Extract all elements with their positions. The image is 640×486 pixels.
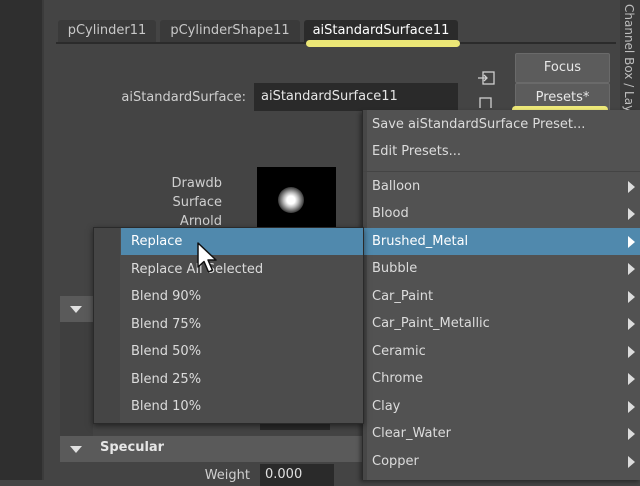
side-panel-label: Channel Box / Layer xyxy=(622,4,636,110)
weight-label: Weight xyxy=(204,468,250,483)
menu-item-car-paint[interactable]: Car_Paint xyxy=(363,283,640,310)
submenu-item-blend-50[interactable]: Blend 50% xyxy=(121,338,363,365)
tab-aistandardsurface[interactable]: aiStandardSurface11 xyxy=(304,20,458,42)
submenu-item-label: Blend 25% xyxy=(131,372,202,387)
submenu-item-blend-75[interactable]: Blend 75% xyxy=(121,311,363,338)
submenu-arrow-icon xyxy=(628,401,635,413)
section-header-specular[interactable]: Specular xyxy=(60,436,362,462)
collapse-arrow-icon xyxy=(70,446,82,453)
menu-item-label: Brushed_Metal xyxy=(372,234,469,249)
menu-item-label: Chrome xyxy=(372,371,423,386)
submenu-arrow-icon xyxy=(628,263,635,275)
submenu-arrow-icon xyxy=(628,291,635,303)
menu-item-label: Bubble xyxy=(372,261,418,276)
mouse-pointer-icon xyxy=(196,241,220,275)
tab-label: aiStandardSurface11 xyxy=(312,23,450,38)
menu-item-label: Clear_Water xyxy=(372,426,451,441)
submenu-item-label: Blend 50% xyxy=(131,344,202,359)
menu-item-edit-presets[interactable]: Edit Presets... xyxy=(363,138,640,165)
submenu-item-blend-10[interactable]: Blend 10% xyxy=(121,393,363,420)
section-body xyxy=(60,322,93,437)
focus-button[interactable]: Focus xyxy=(515,53,610,83)
menu-item-bubble[interactable]: Bubble xyxy=(363,255,640,282)
submenu-item-blend-90[interactable]: Blend 90% xyxy=(121,283,363,310)
side-panel-tab[interactable]: Channel Box / Layer xyxy=(620,0,640,110)
menu-item-blood[interactable]: Blood xyxy=(363,200,640,227)
menu-item-label: Edit Presets... xyxy=(372,144,462,159)
swatch-label-surface: Surface xyxy=(172,195,222,210)
menu-item-label: Car_Paint_Metallic xyxy=(372,316,490,331)
blend-submenu: Replace Replace All Selected Blend 90% B… xyxy=(93,227,364,424)
menu-item-balloon[interactable]: Balloon xyxy=(363,173,640,200)
menu-item-chrome[interactable]: Chrome xyxy=(363,365,640,392)
input-connections-icon[interactable] xyxy=(477,70,497,86)
presets-menu: Save aiStandardSurface Preset... Edit Pr… xyxy=(362,110,640,480)
menu-item-copper[interactable]: Copper xyxy=(363,448,640,475)
submenu-arrow-icon xyxy=(628,318,635,330)
node-type-label: aiStandardSurface: xyxy=(121,90,246,105)
left-panel xyxy=(0,0,42,480)
submenu-arrow-icon xyxy=(628,181,635,193)
submenu-arrow-icon xyxy=(628,346,635,358)
panel-divider[interactable] xyxy=(42,0,44,480)
material-swatch[interactable] xyxy=(257,167,336,235)
tab-pcylindershape[interactable]: pCylinderShape11 xyxy=(160,20,300,42)
submenu-arrow-icon xyxy=(628,373,635,385)
menu-item-car-paint-metallic[interactable]: Car_Paint_Metallic xyxy=(363,310,640,337)
menu-item-clear-water[interactable]: Clear_Water xyxy=(363,420,640,447)
submenu-item-label: Replace xyxy=(131,234,183,249)
menu-item-brushed-metal[interactable]: Brushed_Metal xyxy=(363,228,640,255)
menu-item-save-preset[interactable]: Save aiStandardSurface Preset... xyxy=(363,111,640,138)
tab-label: pCylinder11 xyxy=(67,23,147,38)
submenu-arrow-icon xyxy=(628,456,635,468)
presets-button-label: Presets* xyxy=(535,90,590,105)
tab-label: pCylinderShape11 xyxy=(170,23,290,38)
swatch-label-drawdb: Drawdb xyxy=(171,176,222,191)
section-title: Specular xyxy=(100,440,165,455)
submenu-arrow-icon xyxy=(628,428,635,440)
weight-field[interactable]: 0.000 xyxy=(260,464,334,486)
menu-item-label: Balloon xyxy=(372,179,421,194)
tab-pcylinder[interactable]: pCylinder11 xyxy=(58,20,156,42)
collapse-arrow-icon xyxy=(70,306,82,313)
menu-item-label: Save aiStandardSurface Preset... xyxy=(372,117,586,132)
menu-item-label: Blood xyxy=(372,206,409,221)
section-header-base[interactable] xyxy=(60,296,93,322)
menu-item-ceramic[interactable]: Ceramic xyxy=(363,338,640,365)
menu-item-label: Copper xyxy=(372,454,419,469)
submenu-gutter xyxy=(94,228,120,423)
submenu-item-replace-all-selected[interactable]: Replace All Selected xyxy=(121,256,363,283)
menu-separator xyxy=(363,171,640,172)
submenu-arrow-icon xyxy=(628,208,635,220)
submenu-item-label: Blend 10% xyxy=(131,399,202,414)
focus-button-label: Focus xyxy=(543,60,582,75)
submenu-item-replace[interactable]: Replace xyxy=(121,228,363,255)
node-name-field[interactable]: aiStandardSurface11 xyxy=(254,83,458,111)
menu-item-label: Clay xyxy=(372,399,401,414)
menu-item-clay[interactable]: Clay xyxy=(363,393,640,420)
output-connections-icon[interactable] xyxy=(477,96,497,108)
menu-item-label: Car_Paint xyxy=(372,289,434,304)
submenu-item-blend-25[interactable]: Blend 25% xyxy=(121,366,363,393)
annotation-underline xyxy=(306,40,460,47)
swatch-highlight xyxy=(278,187,304,213)
menu-item-label: Ceramic xyxy=(372,344,426,359)
submenu-arrow-icon xyxy=(628,236,635,248)
submenu-item-label: Blend 90% xyxy=(131,289,202,304)
submenu-item-label: Blend 75% xyxy=(131,317,202,332)
